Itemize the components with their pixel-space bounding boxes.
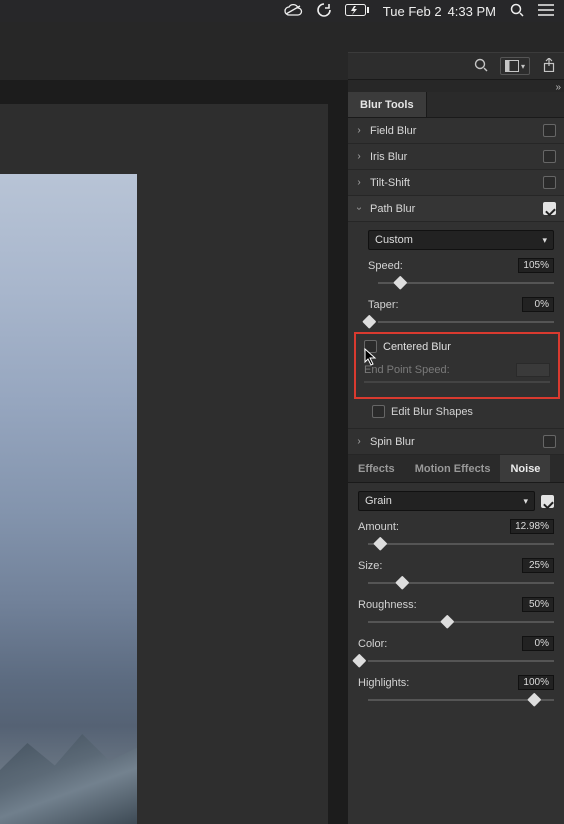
search-icon[interactable] xyxy=(474,58,488,75)
path-preset-dropdown[interactable]: Custom ▾ xyxy=(368,230,554,250)
speed-slider: Speed: 105% xyxy=(368,258,554,289)
color-slider: Color: 0% xyxy=(358,636,554,667)
endpoint-speed-label: End Point Speed: xyxy=(364,364,450,376)
chevron-down-icon: ▾ xyxy=(523,496,528,507)
enable-checkbox[interactable] xyxy=(543,124,556,137)
size-slider: Size: 25% xyxy=(358,558,554,589)
roughness-slider: Roughness: 50% xyxy=(358,597,554,628)
dropdown-value: Grain xyxy=(365,495,392,507)
section-field-blur[interactable]: › Field Blur xyxy=(348,118,564,144)
app-window: ▾ » Blur Tools › Field Blur › Iris Blur xyxy=(0,22,564,824)
menubar-datetime: Tue Feb 2 4:33 PM xyxy=(383,4,496,19)
tab-noise[interactable]: Noise xyxy=(500,455,550,482)
slider-label: Speed: xyxy=(368,260,403,272)
cloud-icon xyxy=(283,3,303,20)
roughness-track[interactable] xyxy=(358,616,554,628)
menubar-date: Tue Feb 2 xyxy=(383,4,442,19)
centered-blur-label: Centered Blur xyxy=(383,341,451,353)
roughness-value[interactable]: 50% xyxy=(522,597,554,612)
section-label: Iris Blur xyxy=(370,151,537,163)
edit-blur-shapes-checkbox[interactable] xyxy=(372,405,385,418)
tab-blur-tools[interactable]: Blur Tools xyxy=(348,92,427,117)
highlights-track[interactable] xyxy=(358,694,554,706)
taper-track[interactable] xyxy=(368,316,554,328)
image-content xyxy=(0,734,137,824)
slider-label: Color: xyxy=(358,638,387,650)
enable-checkbox[interactable] xyxy=(543,150,556,163)
section-iris-blur[interactable]: › Iris Blur xyxy=(348,144,564,170)
noise-preset-dropdown[interactable]: Grain ▾ xyxy=(358,491,535,511)
share-icon[interactable] xyxy=(542,58,556,75)
dropdown-value: Custom xyxy=(375,234,413,246)
chevron-down-icon: ▾ xyxy=(521,62,525,71)
slider-label: Size: xyxy=(358,560,382,572)
menubar-time: 4:33 PM xyxy=(448,4,496,19)
section-tilt-shift[interactable]: › Tilt-Shift xyxy=(348,170,564,196)
sync-icon xyxy=(317,3,331,20)
slider-label: Highlights: xyxy=(358,677,409,689)
panel-toolbar: ▾ xyxy=(348,52,564,80)
section-label: Field Blur xyxy=(370,125,537,137)
color-value[interactable]: 0% xyxy=(522,636,554,651)
tab-effects[interactable]: Effects xyxy=(348,455,405,482)
panel-tab-row: Blur Tools xyxy=(348,92,564,118)
speed-track[interactable] xyxy=(368,277,554,289)
chevron-right-icon: › xyxy=(354,151,364,162)
endpoint-speed-value xyxy=(516,363,550,377)
section-label: Path Blur xyxy=(370,203,537,215)
canvas-frame xyxy=(0,104,328,824)
edit-blur-shapes-label: Edit Blur Shapes xyxy=(391,406,473,418)
section-label: Spin Blur xyxy=(370,436,537,448)
color-track[interactable] xyxy=(358,655,554,667)
endpoint-speed-track xyxy=(364,381,550,383)
slider-label: Roughness: xyxy=(358,599,417,611)
chevron-right-icon: › xyxy=(354,177,364,188)
speed-value[interactable]: 105% xyxy=(518,258,554,273)
slider-label: Amount: xyxy=(358,521,399,533)
image-preview[interactable] xyxy=(0,174,137,824)
section-label: Tilt-Shift xyxy=(370,177,537,189)
amount-track[interactable] xyxy=(358,538,554,550)
enable-checkbox[interactable] xyxy=(543,435,556,448)
chevron-right-icon: › xyxy=(354,436,364,447)
centered-blur-checkbox[interactable] xyxy=(364,340,377,353)
enable-checkbox[interactable] xyxy=(543,202,556,215)
battery-icon xyxy=(345,4,369,19)
view-mode-button[interactable]: ▾ xyxy=(500,57,530,75)
noise-enable-checkbox[interactable] xyxy=(541,495,554,508)
effects-subtabs: Effects Motion Effects Noise xyxy=(348,455,564,483)
slider-label: Taper: xyxy=(368,299,399,311)
highlights-value[interactable]: 100% xyxy=(518,675,554,690)
amount-value[interactable]: 12.98% xyxy=(510,519,554,534)
chevron-down-icon: › xyxy=(354,204,365,214)
section-path-blur[interactable]: › Path Blur xyxy=(348,196,564,222)
path-blur-body: Custom ▾ Speed: 105% Taper: 0% xyxy=(348,222,564,429)
highlights-slider: Highlights: 100% xyxy=(358,675,554,706)
menu-list-icon[interactable] xyxy=(538,4,554,19)
taper-value[interactable]: 0% xyxy=(522,297,554,312)
macos-menubar: Tue Feb 2 4:33 PM xyxy=(0,0,564,22)
section-spin-blur[interactable]: › Spin Blur xyxy=(348,429,564,455)
canvas-background xyxy=(0,80,348,824)
tab-motion-effects[interactable]: Motion Effects xyxy=(405,455,501,482)
chevron-down-icon: ▾ xyxy=(542,235,547,246)
noise-body: Grain ▾ Amount: 12.98% Size: 25% xyxy=(348,483,564,716)
enable-checkbox[interactable] xyxy=(543,176,556,189)
chevron-right-icon: › xyxy=(354,125,364,136)
size-track[interactable] xyxy=(358,577,554,589)
amount-slider: Amount: 12.98% xyxy=(358,519,554,550)
spotlight-icon[interactable] xyxy=(510,3,524,20)
size-value[interactable]: 25% xyxy=(522,558,554,573)
taper-slider: Taper: 0% xyxy=(368,297,554,328)
properties-panel: Blur Tools › Field Blur › Iris Blur › Ti… xyxy=(348,92,564,824)
highlight-annotation: Centered Blur End Point Speed: xyxy=(354,332,560,399)
